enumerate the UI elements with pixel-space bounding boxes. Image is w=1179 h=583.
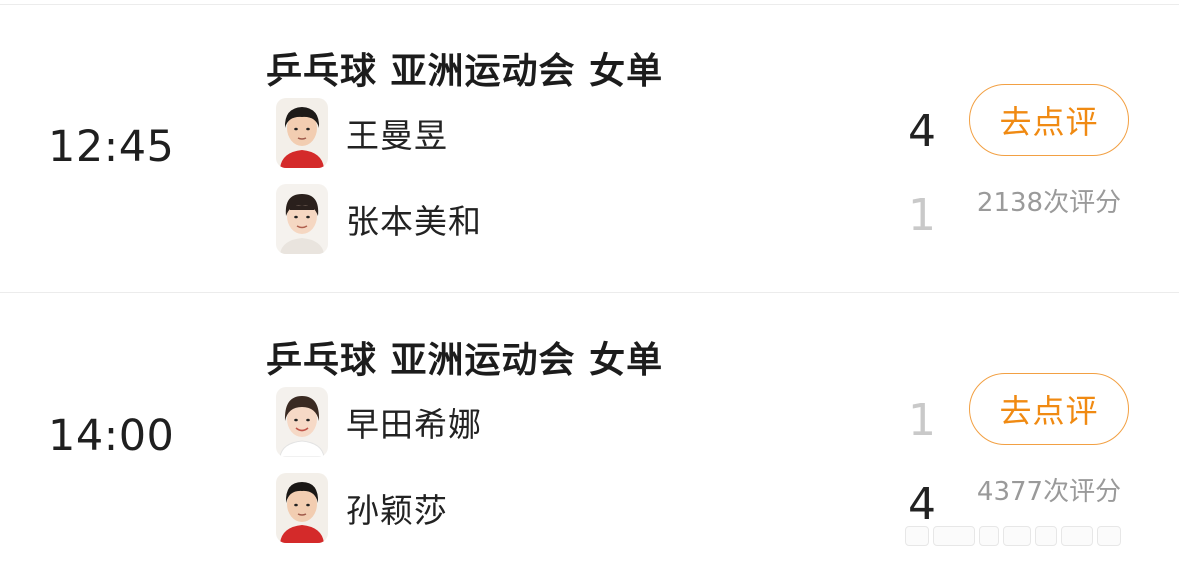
watermark-icon bbox=[905, 526, 1121, 548]
rating-count: 2138次评分 bbox=[976, 188, 1122, 218]
player-avatar-icon bbox=[276, 98, 328, 168]
player-score: 4 bbox=[908, 479, 936, 530]
player-row[interactable]: 孙颖莎 bbox=[276, 473, 448, 543]
player-score: 1 bbox=[908, 190, 936, 241]
rate-button[interactable]: 去点评 bbox=[969, 373, 1129, 445]
player-score: 4 bbox=[908, 106, 936, 157]
player-name: 早田希娜 bbox=[346, 405, 482, 444]
match-title: 乒乓球 亚洲运动会 女单 bbox=[266, 51, 664, 92]
row-divider bbox=[0, 292, 1179, 293]
match-card[interactable]: 12:45 乒乓球 亚洲运动会 女单 王曼昱 张本美和 4 1 去点评 2138… bbox=[0, 6, 1179, 294]
player-avatar-icon bbox=[276, 473, 328, 543]
player-avatar-icon bbox=[276, 387, 328, 457]
player-name: 张本美和 bbox=[346, 202, 482, 241]
rating-count: 4377次评分 bbox=[976, 477, 1122, 507]
match-title: 乒乓球 亚洲运动会 女单 bbox=[266, 340, 664, 381]
top-divider bbox=[0, 4, 1179, 5]
match-time: 14:00 bbox=[48, 411, 175, 461]
player-name: 王曼昱 bbox=[346, 116, 448, 155]
match-time: 12:45 bbox=[48, 122, 175, 172]
player-row[interactable]: 王曼昱 bbox=[276, 98, 448, 168]
player-score: 1 bbox=[908, 395, 936, 446]
player-avatar-icon bbox=[276, 184, 328, 254]
rate-button[interactable]: 去点评 bbox=[969, 84, 1129, 156]
player-row[interactable]: 张本美和 bbox=[276, 184, 482, 254]
player-row[interactable]: 早田希娜 bbox=[276, 387, 482, 457]
player-name: 孙颖莎 bbox=[346, 491, 448, 530]
